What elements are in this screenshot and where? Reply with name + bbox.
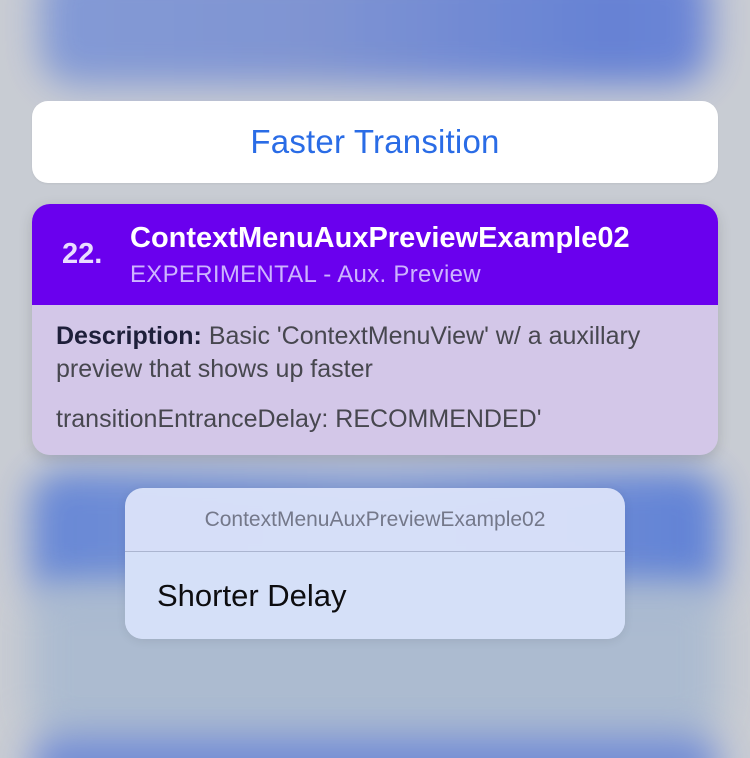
faster-transition-button[interactable]: Faster Transition	[32, 101, 718, 183]
context-menu-preview-card: 22. ContextMenuAuxPreviewExample02 EXPER…	[32, 204, 718, 455]
context-menu: ContextMenuAuxPreviewExample02 Shorter D…	[125, 488, 625, 639]
menu-item-shorter-delay[interactable]: Shorter Delay	[125, 552, 625, 639]
description-extra: transitionEntranceDelay: RECOMMENDED'	[56, 405, 542, 433]
card-header: 22. ContextMenuAuxPreviewExample02 EXPER…	[32, 204, 718, 305]
description-label: Description:	[56, 322, 202, 350]
faster-transition-label: Faster Transition	[250, 123, 500, 160]
card-subtitle: EXPERIMENTAL - Aux. Preview	[130, 261, 481, 288]
card-body: Description: Basic 'ContextMenuView' w/ …	[32, 305, 718, 455]
context-menu-title: ContextMenuAuxPreviewExample02	[125, 488, 625, 552]
card-number: 22.	[62, 238, 103, 270]
description-paragraph: Description: Basic 'ContextMenuView' w/ …	[56, 320, 694, 386]
card-title: ContextMenuAuxPreviewExample02	[130, 222, 630, 254]
